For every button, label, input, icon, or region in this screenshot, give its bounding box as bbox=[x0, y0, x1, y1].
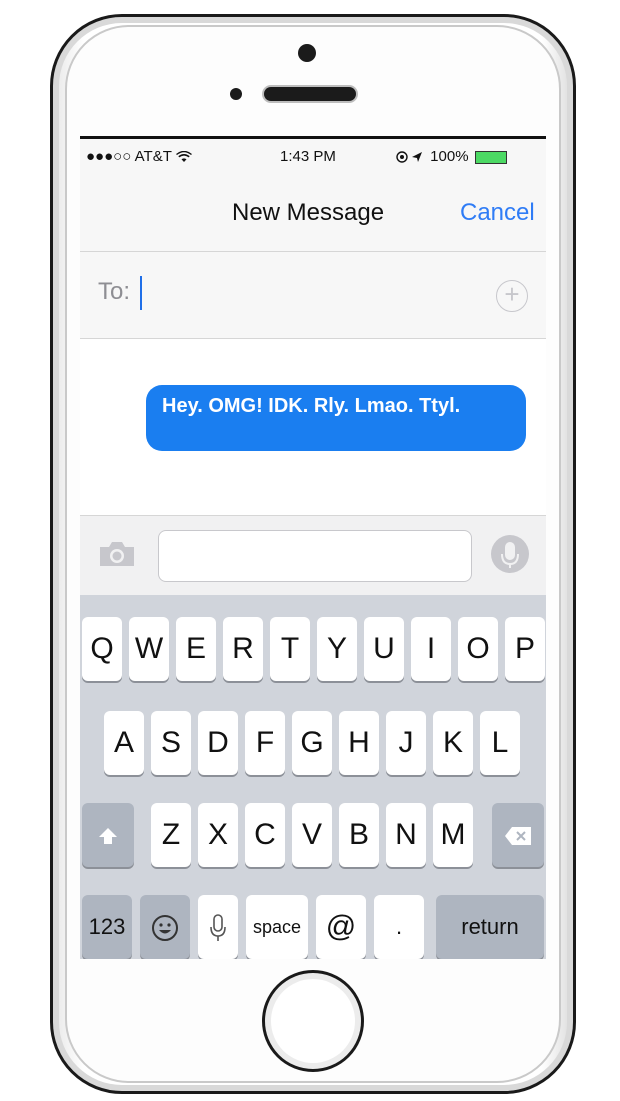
key-l[interactable]: L bbox=[480, 711, 520, 775]
return-key[interactable]: return bbox=[436, 895, 544, 959]
screen: ●●●○○ AT&T 1:43 PM 100% New Message Canc… bbox=[80, 136, 546, 959]
key-g[interactable]: G bbox=[292, 711, 332, 775]
status-bar: ●●●○○ AT&T 1:43 PM 100% bbox=[80, 139, 546, 175]
key-u[interactable]: U bbox=[364, 617, 404, 681]
shift-key[interactable] bbox=[82, 803, 134, 867]
carrier-signal: ●●●○○ AT&T bbox=[86, 148, 172, 165]
key-m[interactable]: M bbox=[433, 803, 473, 867]
earpiece-speaker bbox=[264, 87, 356, 101]
key-v[interactable]: V bbox=[292, 803, 332, 867]
status-time: 1:43 PM bbox=[280, 148, 336, 165]
camera-icon[interactable] bbox=[98, 540, 136, 568]
key-b[interactable]: B bbox=[339, 803, 379, 867]
dictation-key[interactable] bbox=[198, 895, 238, 959]
key-j[interactable]: J bbox=[386, 711, 426, 775]
keyboard: Q W E R T Y U I O P A S D F G H J K L Z … bbox=[80, 595, 546, 959]
key-q[interactable]: Q bbox=[82, 617, 122, 681]
message-bubble[interactable]: Hey. OMG! IDK. Rly. Lmao. Ttyl. bbox=[146, 385, 526, 451]
delete-key[interactable] bbox=[492, 803, 544, 867]
key-a[interactable]: A bbox=[104, 711, 144, 775]
backspace-icon bbox=[505, 827, 531, 846]
wifi-icon bbox=[175, 150, 192, 163]
shift-icon bbox=[99, 828, 117, 845]
message-field[interactable] bbox=[158, 530, 472, 582]
status-right: 100% bbox=[396, 148, 507, 165]
battery-percent: 100% bbox=[430, 148, 469, 165]
key-c[interactable]: C bbox=[245, 803, 285, 867]
add-contact-icon[interactable]: + bbox=[496, 280, 528, 312]
key-e[interactable]: E bbox=[176, 617, 216, 681]
microphone-icon[interactable] bbox=[490, 534, 530, 574]
key-t[interactable]: T bbox=[270, 617, 310, 681]
emoji-key[interactable] bbox=[140, 895, 190, 959]
proximity-sensor bbox=[230, 88, 242, 100]
key-f[interactable]: F bbox=[245, 711, 285, 775]
emoji-icon bbox=[152, 915, 178, 942]
battery-icon bbox=[474, 150, 507, 164]
key-d[interactable]: D bbox=[198, 711, 238, 775]
numbers-key[interactable]: 123 bbox=[82, 895, 132, 959]
status-left: ●●●○○ AT&T bbox=[86, 148, 192, 165]
key-h[interactable]: H bbox=[339, 711, 379, 775]
page-title: New Message bbox=[232, 199, 385, 226]
key-y[interactable]: Y bbox=[317, 617, 357, 681]
at-key[interactable]: @ bbox=[316, 895, 366, 959]
key-i[interactable]: I bbox=[411, 617, 451, 681]
key-n[interactable]: N bbox=[386, 803, 426, 867]
recipient-row: To: + bbox=[80, 252, 546, 339]
recipient-input[interactable] bbox=[138, 272, 482, 320]
key-x[interactable]: X bbox=[198, 803, 238, 867]
key-s[interactable]: S bbox=[151, 711, 191, 775]
key-o[interactable]: O bbox=[458, 617, 498, 681]
period-key[interactable]: . bbox=[374, 895, 424, 959]
text-cursor bbox=[140, 276, 142, 310]
key-w[interactable]: W bbox=[129, 617, 169, 681]
front-camera bbox=[298, 44, 316, 62]
key-r[interactable]: R bbox=[223, 617, 263, 681]
space-key[interactable]: space bbox=[246, 895, 308, 959]
navigation-bar: New Message Cancel bbox=[80, 175, 546, 252]
home-button[interactable] bbox=[262, 970, 364, 1072]
message-input-bar bbox=[80, 515, 546, 596]
cancel-button[interactable]: Cancel bbox=[460, 199, 535, 227]
key-z[interactable]: Z bbox=[151, 803, 191, 867]
to-label: To: bbox=[98, 278, 131, 305]
key-p[interactable]: P bbox=[505, 617, 545, 681]
dictation-icon bbox=[210, 914, 226, 942]
conversation-area: Hey. OMG! IDK. Rly. Lmao. Ttyl. bbox=[80, 339, 546, 515]
key-k[interactable]: K bbox=[433, 711, 473, 775]
location-icon bbox=[396, 151, 422, 163]
